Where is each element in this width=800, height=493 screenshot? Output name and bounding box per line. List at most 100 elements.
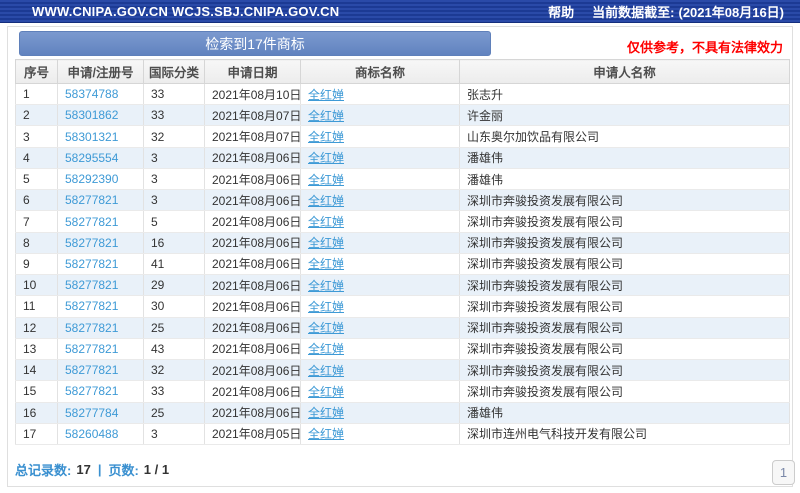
cell-application-no-link[interactable]: 58277821 [65, 278, 118, 292]
cell-application-no-link[interactable]: 58301321 [65, 130, 118, 144]
cell-trademark-name-link[interactable]: 全红婵 [308, 215, 344, 229]
cell-serial-no: 16 [16, 402, 58, 423]
cell-trademark-name-link[interactable]: 全红婵 [308, 342, 344, 356]
cell-trademark-name: 全红婵 [301, 105, 460, 126]
cell-apply-date: 2021年08月06日 [205, 147, 301, 168]
cell-applicant-name: 许金丽 [460, 105, 790, 126]
table-row: 1658277784252021年08月06日全红婵潘雄伟 [16, 402, 790, 423]
cell-application-no-link[interactable]: 58277821 [65, 384, 118, 398]
cell-applicant-name: 深圳市奔骏投资发展有限公司 [460, 381, 790, 402]
page-number-button[interactable]: 1 [772, 460, 795, 485]
cell-trademark-name: 全红婵 [301, 381, 460, 402]
cell-application-no-link[interactable]: 58295554 [65, 151, 118, 165]
cell-apply-date: 2021年08月06日 [205, 190, 301, 211]
cell-trademark-name-link[interactable]: 全红婵 [308, 236, 344, 250]
cell-application-no-link[interactable]: 58260488 [65, 427, 118, 441]
table-row: 175826048832021年08月05日全红婵深圳市连州电气科技开发有限公司 [16, 423, 790, 444]
cell-application-no-link[interactable]: 58277821 [65, 321, 118, 335]
title-bar: WWW.CNIPA.GOV.CN WCJS.SBJ.CNIPA.GOV.CN 帮… [0, 0, 800, 23]
cell-trademark-name: 全红婵 [301, 190, 460, 211]
cell-apply-date: 2021年08月06日 [205, 275, 301, 296]
title-bar-url: WWW.CNIPA.GOV.CN WCJS.SBJ.CNIPA.GOV.CN [32, 4, 339, 19]
cell-trademark-name-link[interactable]: 全红婵 [308, 151, 344, 165]
cell-trademark-name: 全红婵 [301, 84, 460, 105]
cell-application-no-link[interactable]: 58277821 [65, 215, 118, 229]
cell-applicant-name: 深圳市奔骏投资发展有限公司 [460, 190, 790, 211]
table-row: 45829555432021年08月06日全红婵潘雄伟 [16, 147, 790, 168]
cell-apply-date: 2021年08月07日 [205, 126, 301, 147]
cell-trademark-name-link[interactable]: 全红婵 [308, 385, 344, 399]
help-link[interactable]: 帮助 [548, 2, 574, 21]
cell-application-no-link[interactable]: 58301862 [65, 108, 118, 122]
total-records-label: 总记录数: [15, 460, 71, 479]
cell-apply-date: 2021年08月07日 [205, 105, 301, 126]
cell-trademark-name: 全红婵 [301, 168, 460, 189]
cell-intl-class: 32 [144, 360, 205, 381]
cell-application-no-link[interactable]: 58277821 [65, 363, 118, 377]
table-header-row: 序号 申请/注册号 国际分类 申请日期 商标名称 申请人名称 [16, 60, 790, 84]
cell-application-no-link[interactable]: 58277821 [65, 236, 118, 250]
results-table: 序号 申请/注册号 国际分类 申请日期 商标名称 申请人名称 158374788… [15, 59, 790, 445]
cell-apply-date: 2021年08月06日 [205, 317, 301, 338]
cell-applicant-name: 潘雄伟 [460, 402, 790, 423]
table-row: 1558277821332021年08月06日全红婵深圳市奔骏投资发展有限公司 [16, 381, 790, 402]
cell-application-no-link[interactable]: 58277784 [65, 406, 118, 420]
table-row: 258301862332021年08月07日全红婵许金丽 [16, 105, 790, 126]
cell-trademark-name-link[interactable]: 全红婵 [308, 300, 344, 314]
data-cutoff-value: (2021年08月16日) [679, 2, 785, 21]
cell-trademark-name-link[interactable]: 全红婵 [308, 279, 344, 293]
cell-trademark-name-link[interactable]: 全红婵 [308, 321, 344, 335]
cell-serial-no: 11 [16, 296, 58, 317]
cell-application-no: 58277821 [58, 211, 144, 232]
cell-trademark-name-link[interactable]: 全红婵 [308, 364, 344, 378]
cell-application-no: 58277784 [58, 402, 144, 423]
cell-serial-no: 10 [16, 275, 58, 296]
cell-trademark-name: 全红婵 [301, 211, 460, 232]
cell-trademark-name: 全红婵 [301, 423, 460, 444]
cell-apply-date: 2021年08月06日 [205, 402, 301, 423]
page-count-value: 1 / 1 [144, 462, 169, 477]
cell-trademark-name: 全红婵 [301, 147, 460, 168]
cell-application-no-link[interactable]: 58277821 [65, 342, 118, 356]
footer-bar: 总记录数: 17 | 页数: 1 / 1 [15, 457, 169, 481]
cell-application-no: 58292390 [58, 168, 144, 189]
cell-apply-date: 2021年08月06日 [205, 338, 301, 359]
col-header-apply-date: 申请日期 [205, 60, 301, 84]
cell-application-no-link[interactable]: 58277821 [65, 193, 118, 207]
table-row: 75827782152021年08月06日全红婵深圳市奔骏投资发展有限公司 [16, 211, 790, 232]
cell-trademark-name-link[interactable]: 全红婵 [308, 194, 344, 208]
table-row: 1258277821252021年08月06日全红婵深圳市奔骏投资发展有限公司 [16, 317, 790, 338]
cell-application-no: 58277821 [58, 381, 144, 402]
cell-applicant-name: 深圳市奔骏投资发展有限公司 [460, 275, 790, 296]
cell-intl-class: 25 [144, 317, 205, 338]
cell-application-no: 58277821 [58, 275, 144, 296]
cell-application-no-link[interactable]: 58374788 [65, 87, 118, 101]
col-header-trademark-name: 商标名称 [301, 60, 460, 84]
cell-intl-class: 33 [144, 84, 205, 105]
cell-trademark-name: 全红婵 [301, 360, 460, 381]
cell-trademark-name-link[interactable]: 全红婵 [308, 257, 344, 271]
cell-trademark-name-link[interactable]: 全红婵 [308, 406, 344, 420]
cell-trademark-name-link[interactable]: 全红婵 [308, 173, 344, 187]
cell-application-no: 58260488 [58, 423, 144, 444]
table-row: 158374788332021年08月10日全红婵张志升 [16, 84, 790, 105]
cell-serial-no: 12 [16, 317, 58, 338]
cell-applicant-name: 深圳市奔骏投资发展有限公司 [460, 253, 790, 274]
col-header-serial-no: 序号 [16, 60, 58, 84]
cell-trademark-name: 全红婵 [301, 338, 460, 359]
cell-trademark-name-link[interactable]: 全红婵 [308, 427, 344, 441]
cell-trademark-name-link[interactable]: 全红婵 [308, 88, 344, 102]
table-row: 1358277821432021年08月06日全红婵深圳市奔骏投资发展有限公司 [16, 338, 790, 359]
cell-application-no-link[interactable]: 58277821 [65, 299, 118, 313]
cell-apply-date: 2021年08月06日 [205, 168, 301, 189]
cell-serial-no: 17 [16, 423, 58, 444]
cell-intl-class: 33 [144, 105, 205, 126]
cell-intl-class: 30 [144, 296, 205, 317]
result-count-button[interactable]: 检索到17件商标 [19, 31, 491, 56]
cell-apply-date: 2021年08月06日 [205, 232, 301, 253]
cell-applicant-name: 深圳市奔骏投资发展有限公司 [460, 338, 790, 359]
cell-application-no-link[interactable]: 58277821 [65, 257, 118, 271]
cell-trademark-name-link[interactable]: 全红婵 [308, 130, 344, 144]
cell-application-no-link[interactable]: 58292390 [65, 172, 118, 186]
cell-trademark-name-link[interactable]: 全红婵 [308, 109, 344, 123]
